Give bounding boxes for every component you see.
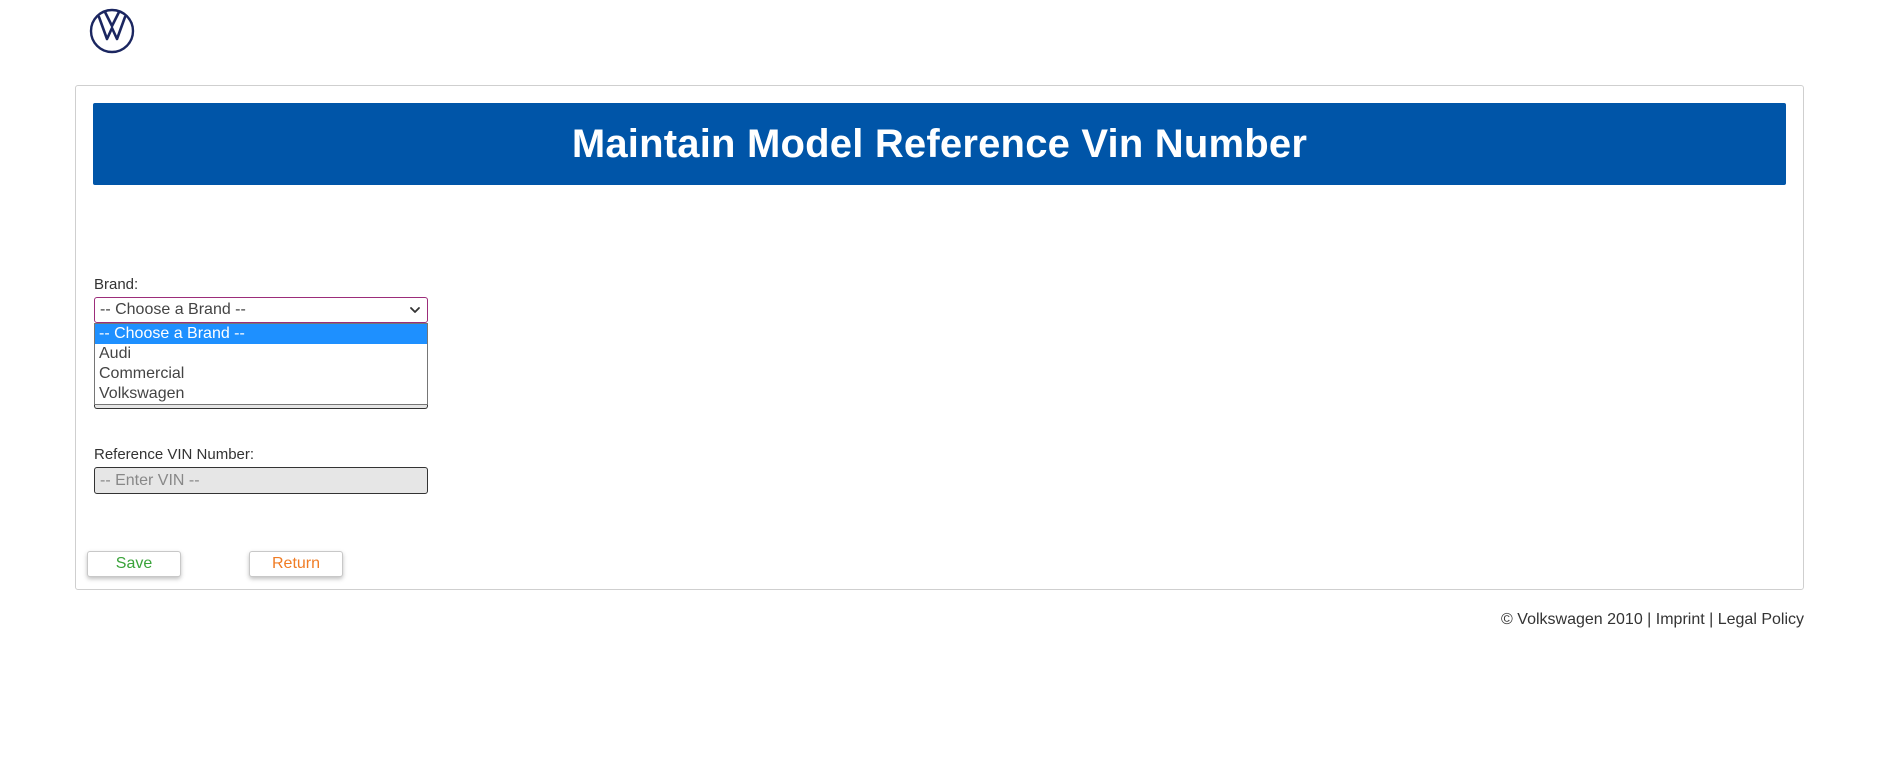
brand-option[interactable]: Commercial (95, 364, 427, 384)
footer: © Volkswagen 2010 | Imprint | Legal Poli… (1501, 611, 1804, 629)
brand-label: Brand: (94, 276, 139, 293)
brand-select-value: -- Choose a Brand -- (100, 301, 246, 318)
legal-policy-link[interactable]: Legal Policy (1718, 611, 1804, 628)
volkswagen-logo-icon (89, 8, 135, 54)
vin-input[interactable] (94, 467, 428, 494)
brand-option[interactable]: -- Choose a Brand -- (95, 324, 427, 344)
vin-label: Reference VIN Number: (94, 446, 255, 463)
imprint-link[interactable]: Imprint (1656, 611, 1705, 628)
brand-dropdown-list: -- Choose a Brand -- Audi Commercial Vol… (94, 323, 428, 405)
footer-separator: | (1704, 611, 1718, 628)
save-button[interactable]: Save (87, 551, 181, 577)
return-button[interactable]: Return (249, 551, 343, 577)
brand-option[interactable]: Volkswagen (95, 384, 427, 404)
title-bar: Maintain Model Reference Vin Number (93, 103, 1786, 185)
page-title: Maintain Model Reference Vin Number (571, 121, 1308, 166)
brand-option[interactable]: Audi (95, 344, 427, 364)
form-card: Maintain Model Reference Vin Number Bran… (75, 85, 1804, 590)
footer-separator: | (1642, 611, 1656, 628)
chevron-down-icon (409, 303, 421, 315)
brand-select[interactable]: -- Choose a Brand -- (94, 297, 428, 323)
footer-copyright: © Volkswagen 2010 (1501, 611, 1643, 628)
